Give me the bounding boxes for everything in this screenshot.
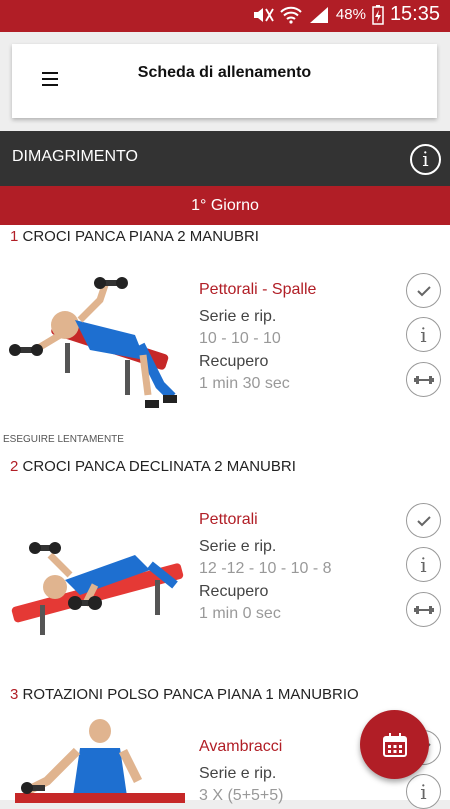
exercise-number: 2 xyxy=(10,458,19,475)
exercise-illustration xyxy=(9,277,177,408)
calendar-icon xyxy=(382,732,407,757)
exercise-title: 1 CROCI PANCA PIANA 2 MANUBRI xyxy=(10,228,259,245)
status-bar: 48% 15:35 xyxy=(0,0,450,32)
battery-charging-icon xyxy=(372,4,384,25)
exercise-number: 3 xyxy=(10,686,19,703)
sets-label: Serie e rip. xyxy=(199,308,277,325)
info-icon[interactable]: i xyxy=(406,547,441,582)
sets-value: 10 - 10 - 10 xyxy=(199,330,281,347)
exercise-illustration xyxy=(11,542,184,635)
info-icon[interactable]: i xyxy=(410,144,441,175)
clock: 15:35 xyxy=(389,3,440,25)
info-icon[interactable]: i xyxy=(406,774,441,809)
sets-label: Serie e rip. xyxy=(199,538,277,555)
muscle-group: Pettorali - Spalle xyxy=(199,281,317,298)
exercise-note: ESEGUIRE LENTAMENTE xyxy=(3,434,124,445)
rest-value: 1 min 30 sec xyxy=(199,375,290,392)
info-icon[interactable]: i xyxy=(406,317,441,352)
sets-label: Serie e rip. xyxy=(199,765,277,782)
check-icon[interactable] xyxy=(406,503,441,538)
day-label: 1° Giorno xyxy=(0,186,450,225)
signal-icon xyxy=(309,6,328,23)
rest-label: Recupero xyxy=(199,353,269,370)
exercise-title: 3 ROTAZIONI POLSO PANCA PIANA 1 MANUBRIO xyxy=(10,686,359,703)
exercise-number: 1 xyxy=(10,228,19,245)
exercise-name: ROTAZIONI POLSO PANCA PIANA 1 MANUBRIO xyxy=(22,686,359,703)
exercise-name: CROCI PANCA DECLINATA 2 MANUBRI xyxy=(22,458,296,475)
rest-value: 1 min 0 sec xyxy=(199,605,281,622)
wifi-icon xyxy=(280,6,302,24)
battery-percent: 48% xyxy=(335,6,366,23)
calendar-button[interactable] xyxy=(360,710,429,779)
exercise-illustration xyxy=(15,719,185,803)
dumbbell-icon[interactable] xyxy=(406,592,441,627)
exercise-card[interactable]: 2 CROCI PANCA DECLINATA 2 MANUBRI Pettor… xyxy=(0,455,450,684)
page-title: Scheda di allenamento xyxy=(137,64,312,81)
rest-label: Recupero xyxy=(199,583,269,600)
muscle-group: Avambracci xyxy=(199,738,283,755)
exercise-title: 2 CROCI PANCA DECLINATA 2 MANUBRI xyxy=(10,458,296,475)
mute-icon xyxy=(253,7,274,22)
app-bar: Scheda di allenamento xyxy=(12,44,437,118)
program-header: DIMAGRIMENTO i xyxy=(0,131,450,186)
dumbbell-icon[interactable] xyxy=(406,362,441,397)
program-name: DIMAGRIMENTO xyxy=(12,148,138,165)
exercise-name: CROCI PANCA PIANA 2 MANUBRI xyxy=(22,228,259,245)
muscle-group: Pettorali xyxy=(199,511,258,528)
check-icon[interactable] xyxy=(406,273,441,308)
sets-value: 3 X (5+5+5) xyxy=(199,787,284,804)
sets-value: 12 -12 - 10 - 10 - 8 xyxy=(199,560,332,577)
exercise-card[interactable]: 1 CROCI PANCA PIANA 2 MANUBRI Pettorali … xyxy=(0,225,450,456)
